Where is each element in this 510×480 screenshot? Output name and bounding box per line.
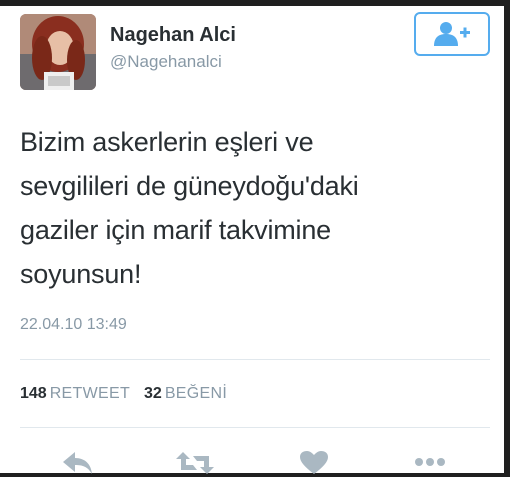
heart-icon: [300, 451, 328, 474]
more-icon: [415, 458, 445, 466]
tweet-stats: 148 RETWEET 32 BEĞENİ: [20, 385, 227, 403]
tweet-line: gaziler için marif takvimine: [20, 215, 331, 245]
tweet-actions: [20, 450, 490, 480]
like-button[interactable]: [294, 450, 334, 480]
divider: [20, 427, 490, 428]
more-button[interactable]: [410, 450, 450, 480]
tweet-line: Bizim askerlerin eşleri ve: [20, 127, 314, 157]
tweet-line: sevgilileri de güneydoğu'daki: [20, 171, 359, 201]
tweet-text: Bizim askerlerin eşleri ve sevgilileri d…: [20, 120, 490, 296]
reply-button[interactable]: [58, 450, 98, 480]
like-count[interactable]: 32: [144, 385, 162, 402]
avatar[interactable]: [20, 14, 96, 90]
follow-button[interactable]: [414, 12, 490, 56]
avatar-photo: [20, 14, 96, 90]
retweet-label[interactable]: RETWEET: [50, 385, 130, 402]
retweet-icon: [176, 452, 214, 474]
retweet-button[interactable]: [175, 450, 215, 480]
reply-icon: [63, 452, 92, 474]
retweet-count[interactable]: 148: [20, 385, 47, 402]
user-handle[interactable]: @Nagehanalci: [110, 52, 222, 72]
follow-person-plus-icon: [434, 22, 470, 46]
tweet-line: soyunsun!: [20, 259, 142, 289]
like-label[interactable]: BEĞENİ: [165, 385, 227, 402]
tweet-timestamp[interactable]: 22.04.10 13:49: [20, 316, 127, 334]
top-edge: [0, 0, 510, 6]
display-name[interactable]: Nagehan Alci: [110, 24, 236, 47]
tweet-header: Nagehan Alci @Nagehanalci: [20, 12, 492, 90]
right-edge: [504, 0, 510, 477]
divider: [20, 359, 490, 360]
